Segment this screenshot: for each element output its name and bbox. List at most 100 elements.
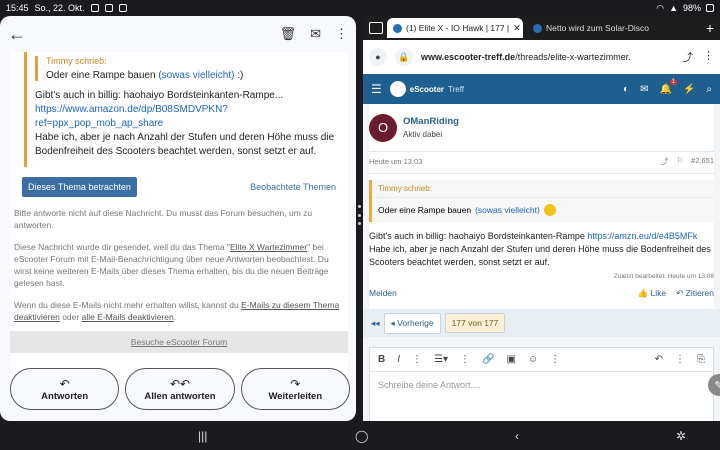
list-icon[interactable]: ☰▾ — [434, 354, 448, 365]
handle-dot — [357, 213, 361, 217]
preview-icon[interactable]: ⎘ — [697, 354, 705, 365]
forward-label: Weiterleiten — [268, 390, 323, 402]
more-options-icon[interactable]: ⋮ — [675, 354, 685, 365]
quote-author: Timmy schrieb: — [46, 56, 107, 66]
image-icon[interactable]: ▣ — [506, 354, 515, 365]
mail-icon[interactable]: ✉ — [310, 26, 321, 42]
more-options-icon[interactable]: ⋮ — [460, 354, 470, 365]
url-field[interactable]: www.escooter-treff.de/threads/elite-x-wa… — [421, 52, 674, 62]
home-icon[interactable]: ◯ — [355, 429, 368, 443]
like-icon: 👍 — [637, 288, 649, 298]
page-indicator[interactable]: 177 von 177 — [444, 313, 506, 333]
italic-icon[interactable]: I — [397, 354, 400, 365]
delete-icon[interactable]: 🗑 — [280, 26, 297, 42]
link-icon[interactable]: 🔗 — [482, 354, 494, 365]
post-text-b: Habe ich, aber je nach Anzahl der Stufen… — [369, 244, 711, 267]
more-options-icon[interactable]: ⋮ — [412, 354, 422, 365]
amazon-link-1[interactable]: https://www.amazon.de/dp/B08SMDVPKN? — [35, 103, 340, 117]
undo-icon[interactable]: ↶ — [655, 354, 663, 365]
quote-body: Oder eine Rampe bauen (sowas vielleicht) — [372, 198, 714, 222]
quote-button[interactable]: ↶ Zitieren — [676, 288, 714, 299]
close-tab-icon[interactable]: ✕ — [513, 23, 521, 34]
like-button[interactable]: 👍 Like — [638, 288, 667, 299]
post-meta: Heute um 13:03 ⤴ ⚐ #2.651 — [369, 156, 714, 174]
site-logo[interactable]: eScooter Treff — [389, 81, 464, 97]
report-link[interactable]: Melden — [369, 288, 397, 299]
inbox-icon[interactable]: ✉ — [640, 84, 648, 95]
back-icon[interactable]: ‹ — [515, 429, 519, 443]
reply-all-icon: ↶↶ — [169, 376, 191, 391]
username[interactable]: OManRiding — [403, 116, 459, 127]
reply-icon: ↶ — [59, 376, 70, 391]
quote-link[interactable]: (sowas vielleicht) — [158, 70, 234, 81]
account-icon[interactable]: ● — [369, 48, 387, 66]
post-text: Gibt's auch in billig: haohaiyo Bordstei… — [369, 230, 714, 269]
recent-apps-icon[interactable]: ||| — [198, 429, 207, 443]
first-page-icon[interactable]: ◂◂ — [371, 318, 380, 329]
more-menu-icon[interactable]: ⋮ — [703, 49, 714, 65]
bell-icon: 🔔 — [659, 83, 672, 95]
disable-all-emails-link[interactable]: alle E-Mails deaktivieren — [82, 312, 174, 322]
prev-label: Vorherige — [397, 317, 434, 328]
handle-dot — [357, 205, 361, 208]
split-handle[interactable] — [357, 205, 361, 225]
post: Heute um 13:03 ⤴ ⚐ #2.651 Timmy schrieb:… — [369, 152, 714, 309]
share-icon[interactable]: ⤴ — [682, 49, 693, 65]
reply-text: Gibt's auch in billig: haohaiyo Bordstei… — [35, 85, 340, 167]
quote-link[interactable]: (sowas vielleicht) — [475, 205, 540, 215]
hamburger-menu-icon[interactable]: ☰ — [371, 82, 382, 96]
quote-text-main: Oder eine Rampe bauen — [46, 70, 156, 81]
site-name: eScooter — [409, 84, 444, 94]
watched-threads-link[interactable]: Beobachtete Themen — [250, 182, 336, 192]
status-bar: 15:45 So., 22. Okt. ◠ ▲ 98% — [0, 0, 720, 16]
more-menu-icon[interactable]: ⋮ — [335, 26, 348, 42]
quote-icon: ↶ — [676, 288, 684, 298]
status-time: 15:45 — [6, 3, 29, 13]
handle-dot — [357, 222, 361, 225]
favicon-icon — [393, 23, 402, 33]
visit-forum-link[interactable]: Besuche eScooter Forum — [10, 331, 348, 353]
amazon-link-2[interactable]: ref=ppx_pop_mob_ap_share — [35, 117, 340, 131]
emoji-icon[interactable]: ☺ — [528, 354, 538, 365]
new-tab-icon[interactable]: + — [706, 20, 714, 36]
alerts[interactable]: 🔔 1 — [659, 78, 677, 95]
info-text-2: Diese Nachricht wurde dir gesendet, weil… — [10, 241, 348, 289]
tab-netto[interactable]: Netto wird zum Solar-Disco — [527, 18, 667, 38]
share-icon[interactable]: ⤴ — [661, 156, 669, 167]
post-time[interactable]: Heute um 13:03 — [369, 157, 422, 166]
bookmark-icon[interactable]: ⚐ — [676, 156, 683, 167]
url-bar: ● 🔒 www.escooter-treff.de/threads/elite-… — [363, 40, 720, 74]
more-options-icon[interactable]: ⋮ — [550, 354, 560, 365]
search-icon[interactable]: ⌕ — [706, 84, 712, 95]
prev-page-button[interactable]: ◂ Vorherige — [383, 312, 441, 334]
back-arrow-icon[interactable]: ← — [8, 24, 28, 45]
reply-input[interactable]: Schreibe deine Antwort.... — [370, 372, 713, 398]
account-icon[interactable]: ◐ — [623, 84, 629, 95]
smile-emoji-icon — [543, 204, 556, 216]
tab-elite-x[interactable]: (1) Elite X - IO Hawk | 177 | ✕ — [387, 18, 523, 38]
thread-link[interactable]: Elite X Wartezimmer — [230, 242, 307, 252]
forward-button[interactable]: ↷ Weiterleiten — [240, 368, 350, 410]
bold-icon[interactable]: B — [378, 354, 385, 365]
tab-switcher-icon[interactable] — [369, 22, 383, 34]
amazon-short-link[interactable]: https://amzn.eu/d/e4B5MFk — [587, 231, 697, 241]
view-thread-button[interactable]: Dieses Thema betrachten — [22, 177, 137, 197]
post-actions: Melden 👍 Like ↶ Zitieren — [369, 280, 714, 305]
nested-quote: Timmy schrieb: Oder eine Rampe bauen (so… — [35, 56, 340, 81]
whats-new-icon[interactable]: ⚡ — [683, 84, 695, 95]
notification-icon — [90, 4, 99, 12]
info-text-3: Wenn du diese E-Mails nicht mehr erhalte… — [10, 299, 348, 323]
reply-button[interactable]: ↶ Antworten — [10, 368, 120, 410]
tab-title: Netto wird zum Solar-Disco — [546, 23, 649, 33]
quote-author[interactable]: Timmy schrieb: — [372, 180, 714, 198]
system-nav-bar: ||| ◯ ‹ ✲ — [0, 421, 720, 450]
logo-icon — [389, 81, 406, 97]
reply-all-button[interactable]: ↶↶ Allen antworten — [125, 368, 235, 410]
lock-icon[interactable]: 🔒 — [395, 48, 413, 66]
battery-level: 98% — [682, 3, 701, 13]
post-number[interactable]: #2.651 — [691, 156, 714, 167]
favicon-icon — [533, 23, 542, 33]
accessibility-icon[interactable]: ✲ — [676, 429, 686, 443]
avatar[interactable]: O — [369, 113, 397, 142]
quote-text: Oder eine Rampe bauen — [378, 205, 472, 215]
